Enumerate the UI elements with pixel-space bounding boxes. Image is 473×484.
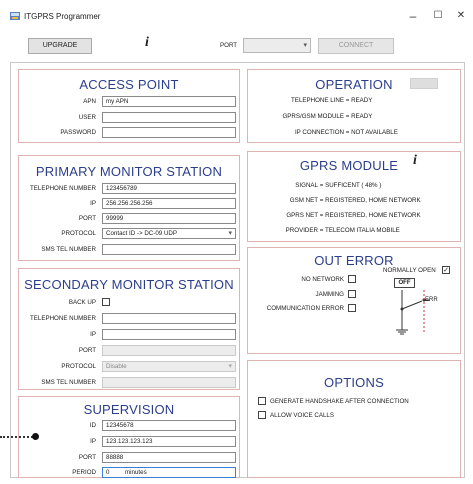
supervision-ip-label: IP (90, 438, 96, 445)
secondary-phone-input[interactable] (102, 313, 236, 324)
supervision-title: SUPERVISION (83, 402, 175, 417)
access-point-title: ACCESS POINT (79, 77, 179, 92)
period-value: 0 (106, 469, 110, 476)
supervision-period-label: PERIOD (72, 469, 96, 476)
gprs-info-icon[interactable]: i (413, 153, 417, 169)
secondary-sms-input[interactable] (102, 377, 236, 388)
chevron-down-icon: ▾ (228, 230, 232, 237)
jamming-checkbox[interactable] (348, 290, 356, 298)
password-input[interactable] (102, 127, 236, 138)
backup-label: BACK UP (68, 299, 96, 306)
primary-port-input[interactable]: 99999 (102, 213, 236, 224)
communication-error-checkbox[interactable] (348, 304, 356, 312)
primary-phone-input[interactable]: 123456789 (102, 183, 236, 194)
out-error-title: OUT ERROR (314, 253, 394, 268)
primary-protocol-select[interactable]: Contact ID -> DC-09 UDP ▾ (102, 228, 236, 239)
options-title: OPTIONS (324, 375, 384, 390)
jamming-label: JAMMING (315, 291, 344, 298)
supervision-period-input[interactable]: 0 minutes (102, 467, 236, 478)
chevron-down-icon: ▾ (303, 42, 307, 49)
primary-station-title: PRIMARY MONITOR STATION (35, 164, 223, 179)
normally-open-checkbox[interactable]: ✓ (442, 266, 450, 274)
connect-button[interactable]: CONNECT (318, 38, 394, 54)
operation-row: TELEPHONE LINE = READY (291, 97, 373, 104)
secondary-sms-label: SMS TEL NUMBER (41, 379, 96, 386)
app-icon (10, 12, 20, 20)
minimize-button[interactable]: – (400, 8, 426, 24)
supervision-port-label: PORT (78, 454, 96, 461)
secondary-phone-label: TELEPHONE NUMBER (29, 315, 96, 322)
gprs-row: SIGNAL = SUFFICENT ( 48% ) (295, 182, 382, 189)
primary-sms-label: SMS TEL NUMBER (41, 246, 96, 253)
communication-error-label: COMMUNICATION ERROR (266, 305, 344, 312)
normally-open-label: NORMALLY OPEN (383, 267, 436, 274)
operation-row: IP CONNECTION = NOT AVAILABLE (294, 129, 398, 136)
info-icon[interactable]: i (145, 35, 149, 51)
secondary-station-title: SECONDARY MONITOR STATION (24, 277, 234, 292)
off-state-box: OFF (394, 278, 415, 288)
title-bar: ITGPRS Programmer – ☐ ✕ (0, 0, 473, 30)
supervision-id-label: ID (89, 422, 96, 429)
primary-ip-input[interactable]: 256.256.256.256 (102, 198, 236, 209)
no-network-label: NO NETWORK (301, 276, 344, 283)
handshake-label: GENERATE HANDSHAKE AFTER CONNECTION (270, 398, 409, 405)
secondary-ip-label: IP (90, 331, 96, 338)
voice-calls-checkbox[interactable] (258, 411, 266, 419)
primary-sms-input[interactable] (102, 244, 236, 255)
primary-phone-label: TELEPHONE NUMBER (29, 185, 96, 192)
secondary-protocol-label: PROTOCOL (61, 363, 96, 370)
primary-protocol-value: Contact ID -> DC-09 UDP (106, 230, 178, 237)
backup-checkbox[interactable] (102, 298, 110, 306)
upgrade-button[interactable]: UPGRADE (28, 38, 92, 54)
options-panel: OPTIONS (247, 360, 461, 478)
voice-calls-label: ALLOW VOICE CALLS (270, 412, 334, 419)
supervision-id-input[interactable]: 12345678 (102, 420, 236, 431)
period-unit: minutes (125, 469, 147, 476)
primary-protocol-label: PROTOCOL (61, 230, 96, 237)
gprs-row: GPRS NET = REGISTERED, HOME NETWORK (286, 212, 421, 219)
callout-leader (0, 436, 33, 438)
supervision-ip-input[interactable]: 123.123.123.123 (102, 436, 236, 447)
apn-input[interactable]: my APN (102, 96, 236, 107)
primary-ip-label: IP (90, 200, 96, 207)
port-label: PORT (220, 42, 238, 49)
port-select[interactable]: ▾ (243, 38, 311, 53)
secondary-port-input[interactable] (102, 345, 236, 356)
gprs-row: GSM NET = REGISTERED, HOME NETWORK (289, 197, 421, 204)
user-input[interactable] (102, 112, 236, 123)
chevron-down-icon: ▾ (228, 363, 232, 370)
secondary-port-label: PORT (78, 347, 96, 354)
operation-status-indicator (410, 78, 438, 89)
relay-switch-icon (396, 290, 430, 335)
window-title: ITGPRS Programmer (24, 12, 101, 21)
gprs-row: PROVIDER = TELECOM ITALIA MOBILE (285, 227, 400, 234)
err-label: ERR (425, 297, 438, 303)
secondary-protocol-select[interactable]: Disable ▾ (102, 361, 236, 372)
supervision-port-input[interactable]: 88888 (102, 452, 236, 463)
apn-label: APN (83, 98, 96, 105)
callout-dot (32, 433, 39, 440)
handshake-checkbox[interactable] (258, 397, 266, 405)
user-label: USER (78, 114, 96, 121)
secondary-protocol-value: Disable (106, 363, 127, 370)
secondary-ip-input[interactable] (102, 329, 236, 340)
no-network-checkbox[interactable] (348, 275, 356, 283)
close-button[interactable]: ✕ (448, 8, 473, 24)
password-label: PASSWORD (60, 129, 96, 136)
primary-port-label: PORT (78, 215, 96, 222)
gprs-module-title: GPRS MODULE (299, 158, 399, 173)
operation-row: GPRS/GSM MODULE = READY (282, 113, 373, 120)
